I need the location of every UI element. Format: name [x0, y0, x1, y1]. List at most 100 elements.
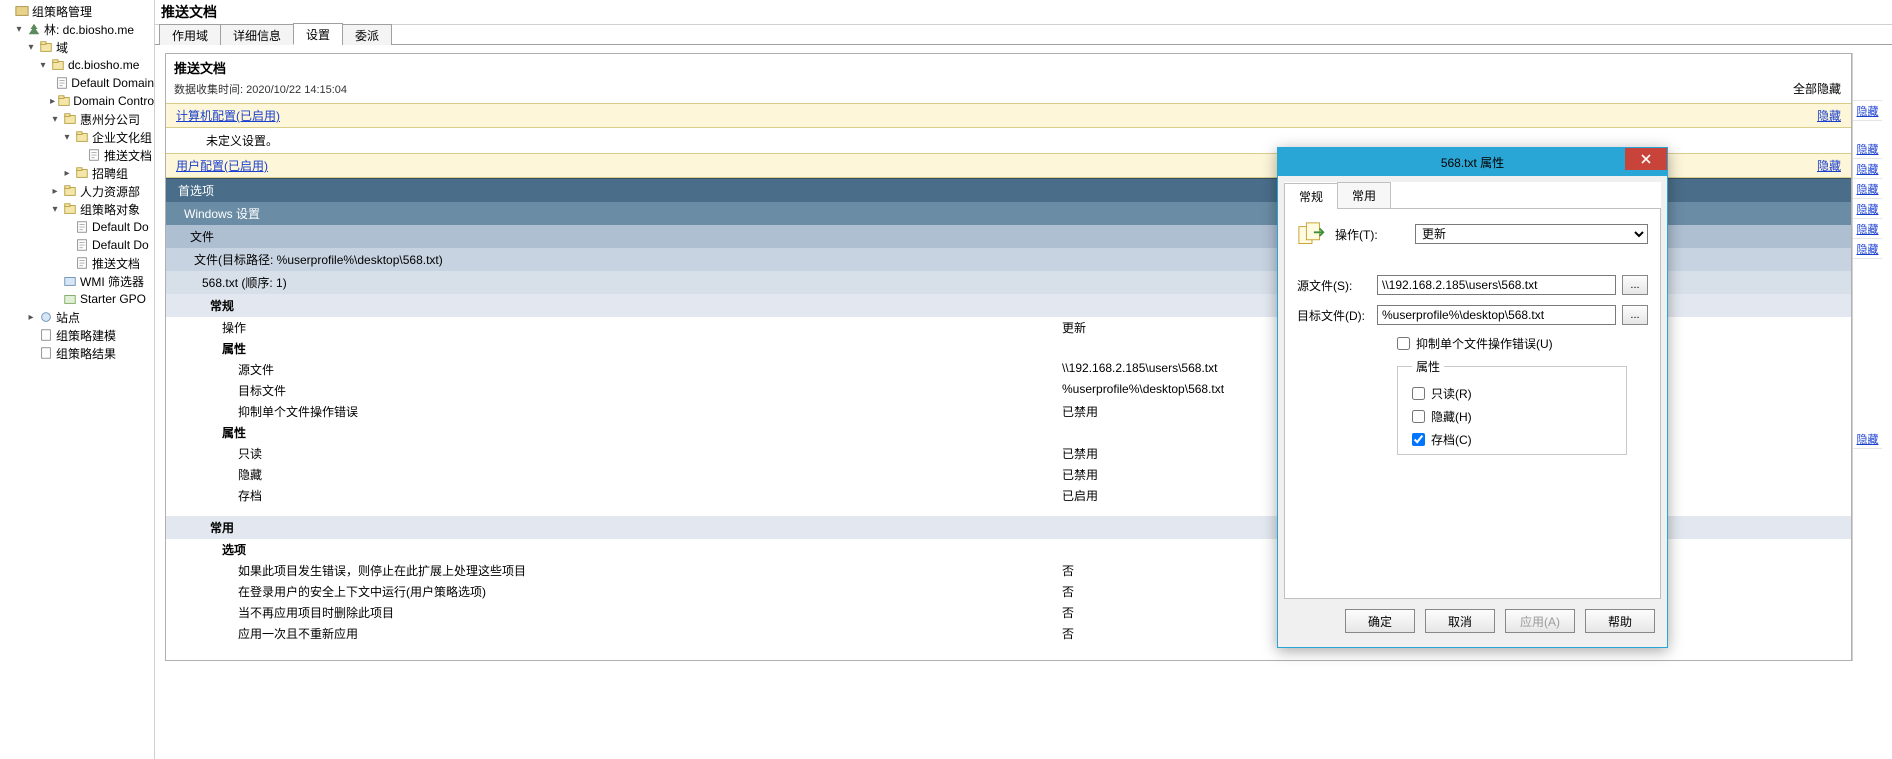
hide-link[interactable]: 隐藏	[1853, 199, 1882, 219]
tab-settings[interactable]: 设置	[293, 23, 343, 45]
action-select[interactable]: 更新	[1415, 224, 1648, 244]
dialog-tab-general[interactable]: 常规	[1284, 183, 1338, 209]
tree-toggle-icon[interactable]: ▾	[36, 60, 50, 71]
source-file-value: \\192.168.2.185\users\568.txt	[1062, 361, 1217, 378]
hidden-label: 隐藏(H)	[1431, 408, 1472, 425]
tree-item[interactable]: ▾域	[0, 38, 154, 56]
tree-toggle-icon[interactable]: ▸	[48, 186, 62, 197]
tree-toggle-icon[interactable]: ▾	[24, 42, 38, 53]
tree-item[interactable]: 组策略建模	[0, 326, 154, 344]
tree-item[interactable]: Default Do	[0, 236, 154, 254]
tree-item-label: 推送文档	[92, 255, 140, 272]
tree-item[interactable]: ▾ dc.biosho.me	[0, 56, 154, 74]
tree-toggle-icon[interactable]: ▸	[24, 312, 38, 323]
model-icon	[38, 327, 54, 343]
readonly-label: 只读(R)	[1431, 385, 1472, 402]
cancel-button[interactable]: 取消	[1425, 609, 1495, 633]
browse-dest-button[interactable]: ...	[1622, 305, 1648, 325]
gpo-icon	[74, 255, 90, 271]
tree-toggle-icon[interactable]: ▾	[60, 132, 74, 143]
hidden-checkbox[interactable]	[1412, 410, 1425, 423]
tree-item[interactable]: ▾组策略对象	[0, 200, 154, 218]
opt2-value: 否	[1062, 583, 1074, 600]
tree-toggle-icon[interactable]: ▾	[12, 24, 26, 35]
browse-source-button[interactable]: ...	[1622, 275, 1648, 295]
dest-file-label: 目标文件	[238, 382, 1062, 399]
gpo-icon	[74, 237, 90, 253]
starter-icon	[62, 291, 78, 307]
tree-item[interactable]: 推送文档	[0, 146, 154, 164]
gpo-icon	[55, 75, 69, 91]
apply-button[interactable]: 应用(A)	[1505, 609, 1575, 633]
tree-item[interactable]: ▸Domain Contro	[0, 92, 154, 110]
archive-checkbox[interactable]	[1412, 433, 1425, 446]
tree-item-label: 推送文档	[104, 147, 152, 164]
tree-item[interactable]: 组策略结果	[0, 344, 154, 362]
attributes-fieldset: 属性 只读(R) 隐藏(H) 存档(C)	[1397, 358, 1627, 455]
file-properties-dialog: 568.txt 属性 常规 常用 操作(T): 更新	[1277, 147, 1668, 648]
tree-item[interactable]: ▸ 站点	[0, 308, 154, 326]
hide-link[interactable]: 隐藏	[1817, 107, 1841, 124]
hide-link[interactable]: 隐藏	[1853, 179, 1882, 199]
file-op-icon	[1297, 221, 1327, 247]
tree-item[interactable]: ▾惠州分公司	[0, 110, 154, 128]
tree-item-label: dc.biosho.me	[68, 58, 139, 72]
ok-button[interactable]: 确定	[1345, 609, 1415, 633]
suppress-errors-checkbox[interactable]	[1397, 337, 1410, 350]
archive-label: 存档(C)	[1431, 431, 1472, 448]
nav-tree: 组策略管理▾林: dc.biosho.me▾域▾dc.biosho.meDefa…	[0, 0, 155, 759]
main-tabs: 作用域 详细信息 设置 委派	[155, 25, 1892, 45]
readonly-checkbox[interactable]	[1412, 387, 1425, 400]
domain-icon	[50, 57, 66, 73]
attrs-header: 属性	[222, 340, 1062, 357]
user-config-link[interactable]: 用户配置(已启用)	[176, 157, 268, 174]
ou-icon	[74, 165, 90, 181]
tree-item-label: 站点	[56, 309, 80, 326]
tree-item[interactable]: ▸人力资源部	[0, 182, 154, 200]
dialog-tab-common[interactable]: 常用	[1337, 182, 1391, 208]
dest-file-input[interactable]	[1377, 305, 1616, 325]
tab-delegation[interactable]: 委派	[342, 24, 392, 45]
tab-details[interactable]: 详细信息	[220, 24, 294, 45]
source-file-label: 源文件	[238, 361, 1062, 378]
tree-item[interactable]: ▾企业文化组	[0, 128, 154, 146]
close-button[interactable]	[1625, 148, 1667, 170]
ou-icon	[62, 183, 78, 199]
hide-link[interactable]: 隐藏	[1853, 139, 1882, 159]
ou-icon	[74, 129, 90, 145]
tree-toggle-icon[interactable]: ▸	[48, 96, 57, 107]
tab-scope[interactable]: 作用域	[159, 24, 221, 45]
readonly-value: 已禁用	[1062, 445, 1098, 462]
tree-item[interactable]: WMI 筛选器	[0, 272, 154, 290]
tree-item[interactable]: ▾林: dc.biosho.me	[0, 20, 154, 38]
tree-item[interactable]: 组策略管理	[0, 2, 154, 20]
dialog-titlebar[interactable]: 568.txt 属性	[1278, 148, 1667, 176]
tree-item[interactable]: 推送文档	[0, 254, 154, 272]
archive-label: 存档	[238, 487, 1062, 504]
hide-link[interactable]: 隐藏	[1853, 239, 1882, 259]
tree-item-label: 组策略建模	[56, 327, 116, 344]
hide-link[interactable]: 隐藏	[1853, 159, 1882, 179]
tree-item[interactable]: Default Domain	[0, 74, 154, 92]
tree-item[interactable]: ▸招聘组	[0, 164, 154, 182]
dialog-title-text: 568.txt 属性	[1441, 154, 1504, 171]
help-button[interactable]: 帮助	[1585, 609, 1655, 633]
hide-link[interactable]: 隐藏	[1853, 219, 1882, 239]
opt1-label: 如果此项目发生错误，则停止在此扩展上处理这些项目	[238, 562, 1062, 579]
action-label: 操作(T):	[1335, 226, 1415, 243]
tree-item[interactable]: Starter GPO	[0, 290, 154, 308]
tree-item[interactable]: Default Do	[0, 218, 154, 236]
computer-config-link[interactable]: 计算机配置(已启用)	[176, 107, 280, 124]
gpo-icon	[74, 219, 90, 235]
tree-toggle-icon[interactable]: ▸	[60, 168, 74, 179]
tree-item-label: 域	[56, 39, 68, 56]
source-file-input[interactable]	[1377, 275, 1616, 295]
tree-toggle-icon[interactable]: ▾	[48, 204, 62, 215]
hide-all-link[interactable]: 全部隐藏	[1793, 80, 1841, 103]
hide-link[interactable]: 隐藏	[1817, 157, 1841, 174]
tree-toggle-icon[interactable]: ▾	[48, 114, 62, 125]
dest-file-label: 目标文件(D):	[1297, 307, 1377, 324]
action-label: 操作	[222, 319, 1062, 336]
hide-link[interactable]: 隐藏	[1853, 429, 1882, 449]
hide-link[interactable]: 隐藏	[1853, 101, 1882, 121]
